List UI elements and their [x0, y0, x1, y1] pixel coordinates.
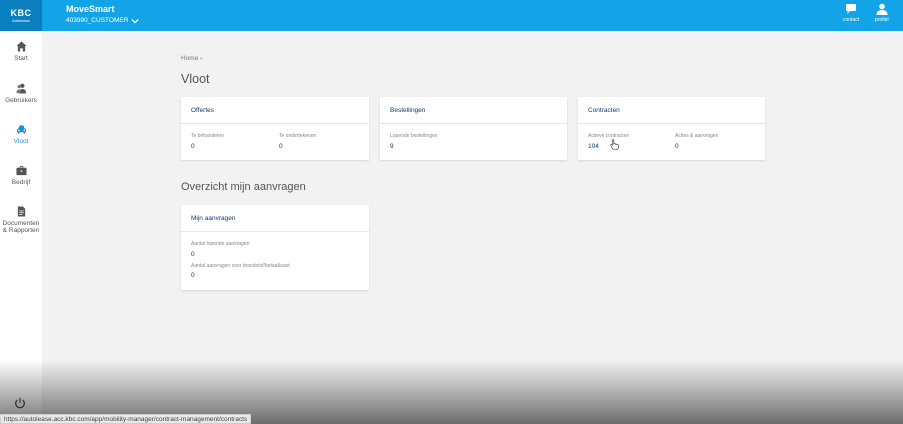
metric-label: Aantal aanvragen voor brandstof/betaalka…: [191, 263, 290, 269]
metric-label: Te ondertekenen: [279, 133, 317, 139]
contracten-card[interactable]: Contracten Actieve contracten 104 Acties…: [578, 97, 765, 160]
metric-value[interactable]: 0: [191, 272, 195, 279]
app-title: MoveSmart: [66, 4, 115, 14]
metric-label: Acties & aanvragen: [675, 133, 719, 139]
home-icon: [15, 41, 27, 52]
card-title: Contracten: [578, 97, 765, 124]
logo-text: KBC: [10, 7, 32, 18]
chat-bubble-icon: [846, 4, 857, 14]
metric-label: Lopende bestellingen: [390, 133, 438, 139]
user-icon: [876, 3, 888, 15]
metric-value[interactable]: 0: [279, 143, 283, 150]
contact-label: contact: [843, 17, 860, 23]
customer-name: 403990_CUSTOMER: [66, 17, 129, 24]
power-icon[interactable]: [14, 397, 26, 409]
customer-selector[interactable]: 403990_CUSTOMER: [66, 17, 140, 24]
sidebar-item-documenten[interactable]: Documenten & Rapporten: [0, 206, 42, 234]
offertes-card[interactable]: Offertes Te behandelen 0 Te ondertekenen…: [181, 97, 369, 160]
sidebar-item-label: Start: [14, 55, 28, 62]
sidebar-item-label: Gebruikers: [5, 97, 37, 104]
car-icon: [16, 125, 26, 134]
hand-cursor-icon: [610, 139, 619, 150]
metric-label: Aantal lopende aanvragen: [191, 241, 250, 247]
top-bar: KBC Autolease MoveSmart 403990_CUSTOMER …: [0, 0, 903, 31]
metric-value[interactable]: 104: [588, 143, 599, 150]
status-bar-url: https://autolease.acc.kbc.com/app/mobili…: [0, 414, 252, 424]
sidebar: Start Gebruikers Vloot Bedrijf Documente…: [0, 31, 42, 424]
page-title: Vloot: [181, 72, 210, 86]
profile-button[interactable]: profiel: [875, 3, 889, 23]
metric-label: Actieve contracten: [588, 133, 630, 139]
users-icon: [15, 83, 26, 94]
chevron-down-icon: [131, 18, 140, 24]
sidebar-item-bedrijf[interactable]: Bedrijf: [0, 165, 42, 186]
contact-button[interactable]: contact: [843, 3, 859, 23]
document-icon: [17, 206, 25, 217]
sidebar-item-start[interactable]: Start: [0, 41, 42, 62]
sidebar-item-vloot[interactable]: Vloot: [0, 124, 42, 145]
profile-label: profiel: [875, 17, 889, 23]
bestellingen-card[interactable]: Bestellingen Lopende bestellingen 9: [380, 97, 567, 160]
sidebar-item-label: Documenten & Rapporten: [2, 220, 40, 234]
card-title: Bestellingen: [380, 97, 567, 124]
sidebar-item-label: Vloot: [13, 138, 29, 145]
metric-value[interactable]: 0: [191, 251, 195, 258]
metric-value[interactable]: 0: [675, 143, 679, 150]
requests-card[interactable]: Mijn aanvragen Aantal lopende aanvragen …: [181, 205, 369, 290]
metric-value[interactable]: 9: [390, 143, 394, 150]
metric-value[interactable]: 0: [191, 143, 195, 150]
sidebar-item-gebruikers[interactable]: Gebruikers: [0, 83, 42, 104]
briefcase-icon: [15, 166, 27, 176]
metric-label: Te behandelen: [191, 133, 224, 139]
section-title: Overzicht mijn aanvragen: [181, 181, 306, 193]
card-title: Offertes: [181, 97, 369, 124]
sidebar-item-label: Bedrijf: [11, 179, 31, 186]
card-title: Mijn aanvragen: [181, 205, 369, 232]
logo-subtext: Autolease: [12, 17, 30, 23]
breadcrumb[interactable]: Home ›: [181, 55, 202, 62]
kbc-logo[interactable]: KBC Autolease: [0, 0, 42, 31]
